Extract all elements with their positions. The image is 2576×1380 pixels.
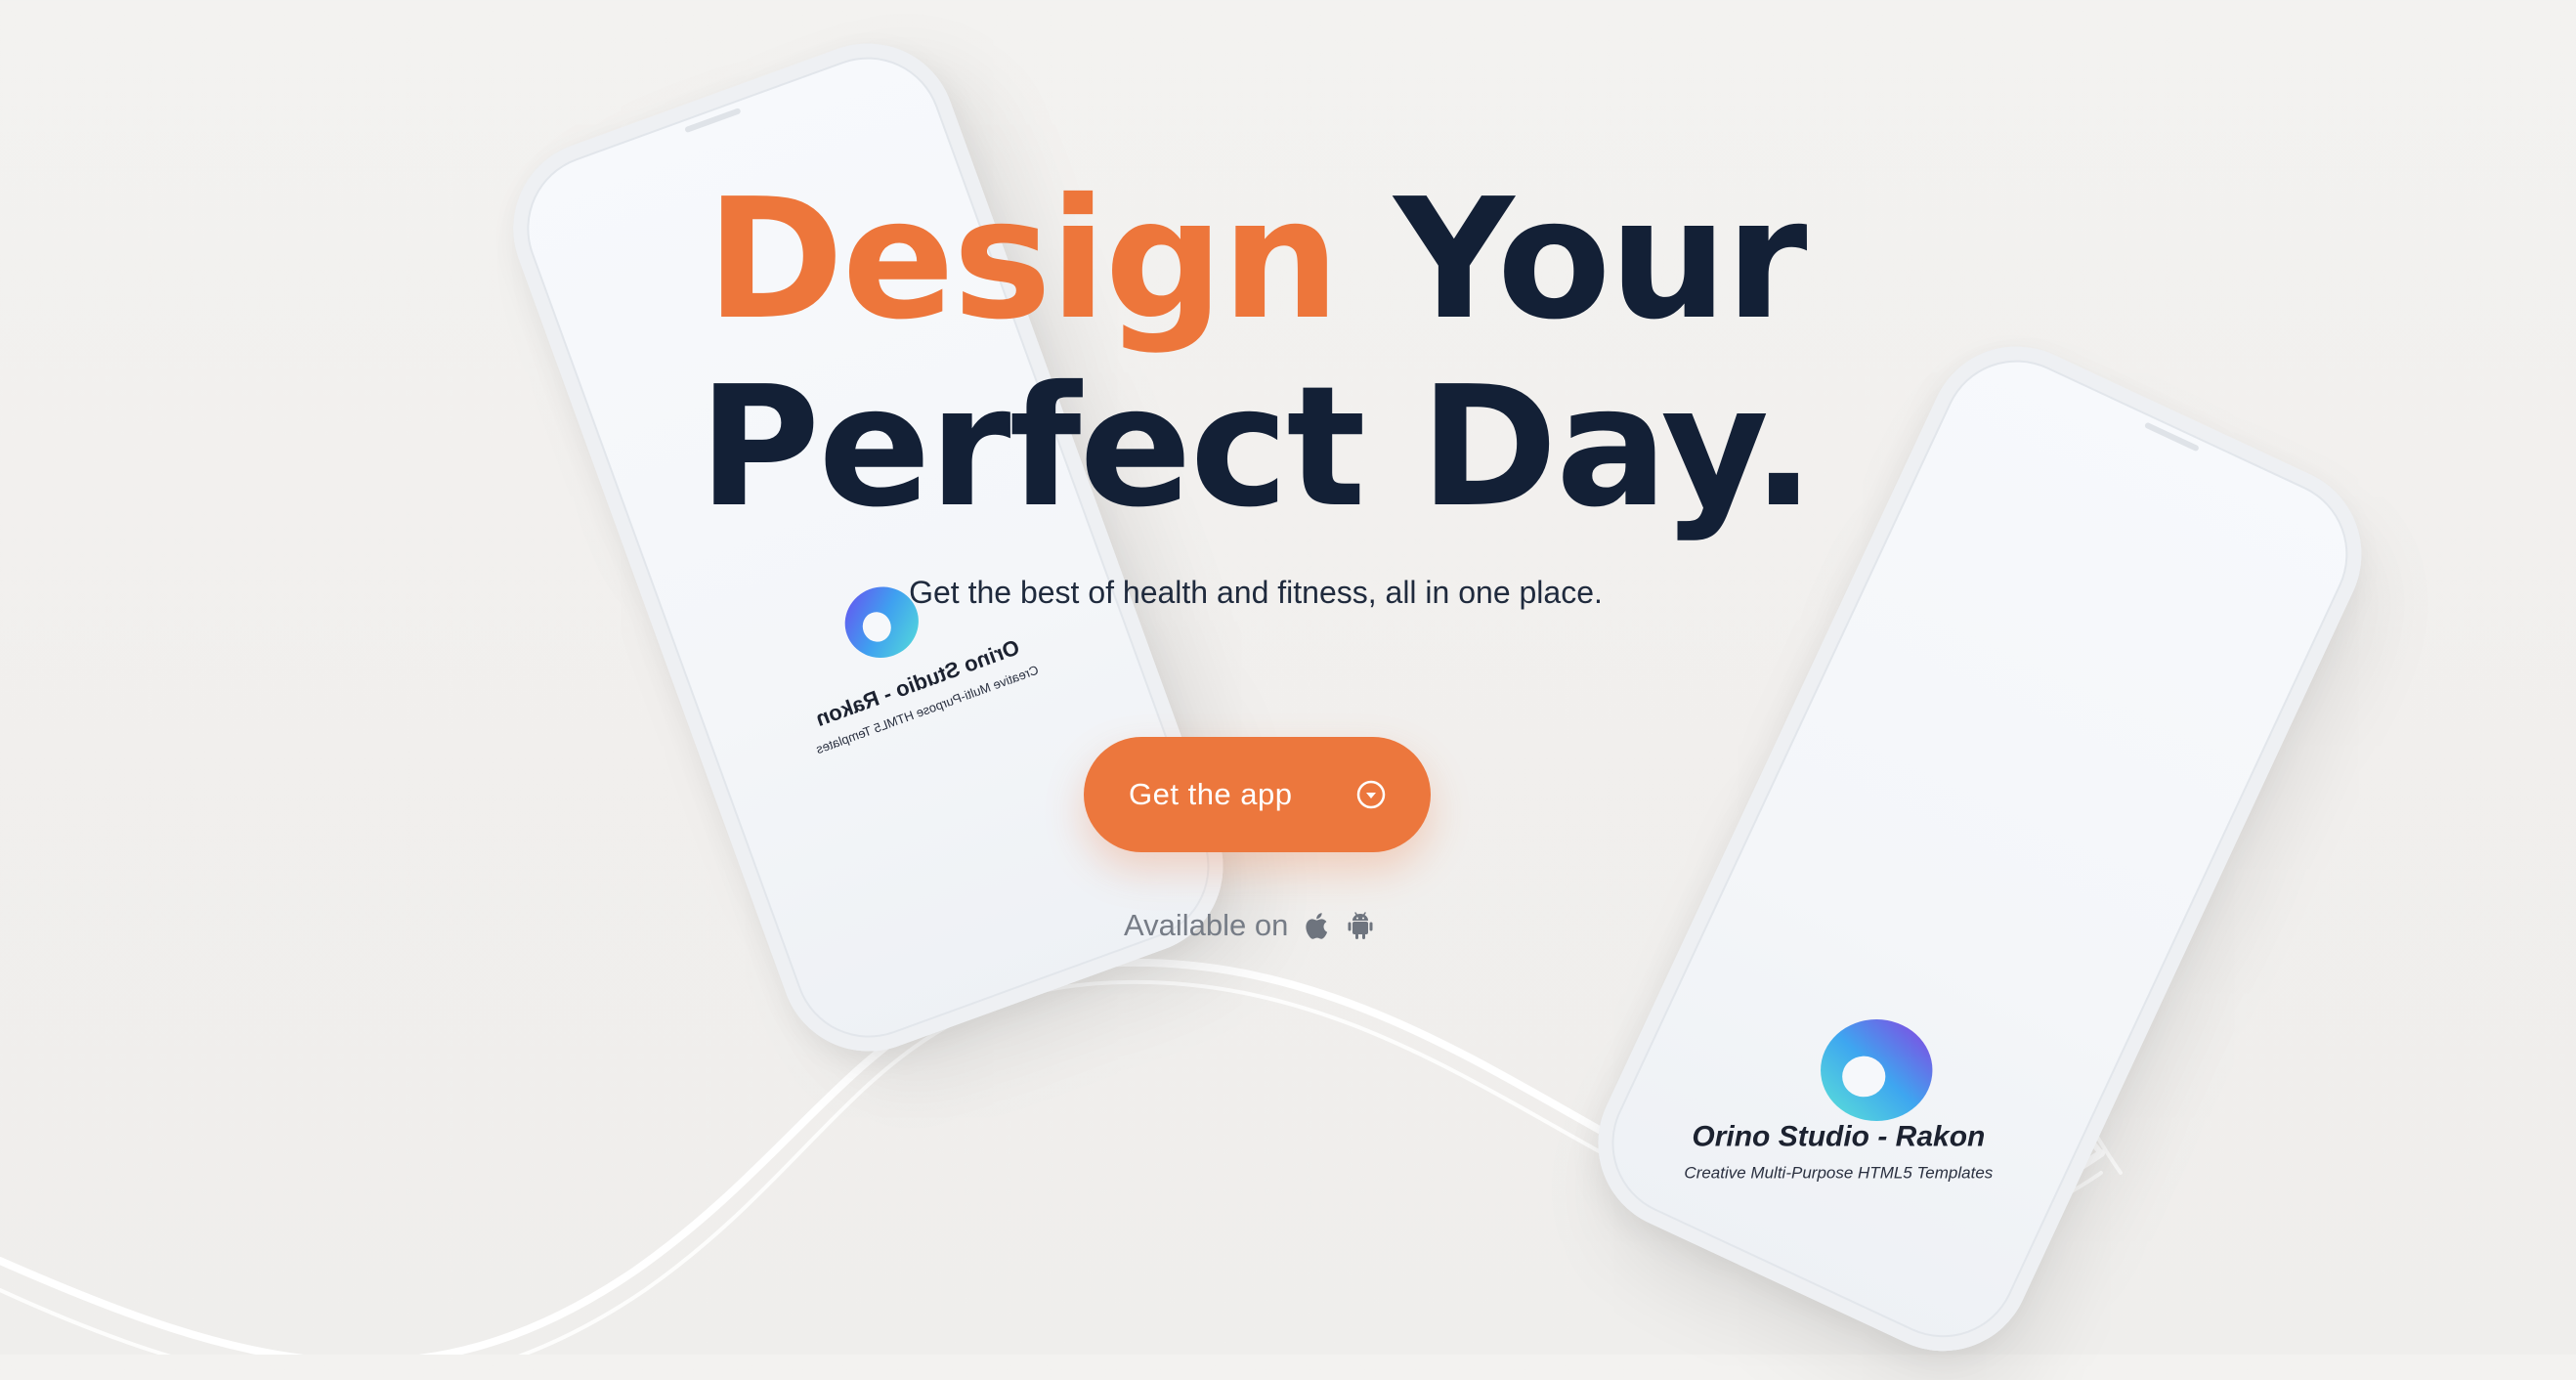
phone-right-text: Orino Studio - Rakon Creative Multi-Purp…	[1609, 1120, 2068, 1183]
app-logo-icon	[1821, 1018, 1933, 1121]
headline-line2: Perfect Day.	[698, 351, 1816, 544]
apple-icon[interactable]	[1304, 910, 1331, 941]
hero-headline: Design Your Perfect Day.	[0, 166, 2512, 541]
cta-label: Get the app	[1129, 777, 1293, 811]
available-on: Available on	[1124, 904, 1374, 947]
available-label: Available on	[1124, 908, 1289, 942]
android-icon[interactable]	[1347, 910, 1374, 941]
chevron-down-circle-icon	[1356, 780, 1386, 809]
headline-accent-word: Design	[706, 163, 1341, 357]
get-the-app-button[interactable]: Get the app	[1084, 737, 1431, 852]
phone-speaker	[684, 108, 742, 134]
headline-line1-rest: Your	[1394, 163, 1807, 357]
phone-app-title: Orino Studio - Rakon	[1692, 1120, 1986, 1153]
hero-subheading: Get the best of health and fitness, all …	[909, 575, 1603, 610]
phone-app-subtitle: Creative Multi-Purpose HTML5 Templates	[1684, 1163, 1994, 1183]
